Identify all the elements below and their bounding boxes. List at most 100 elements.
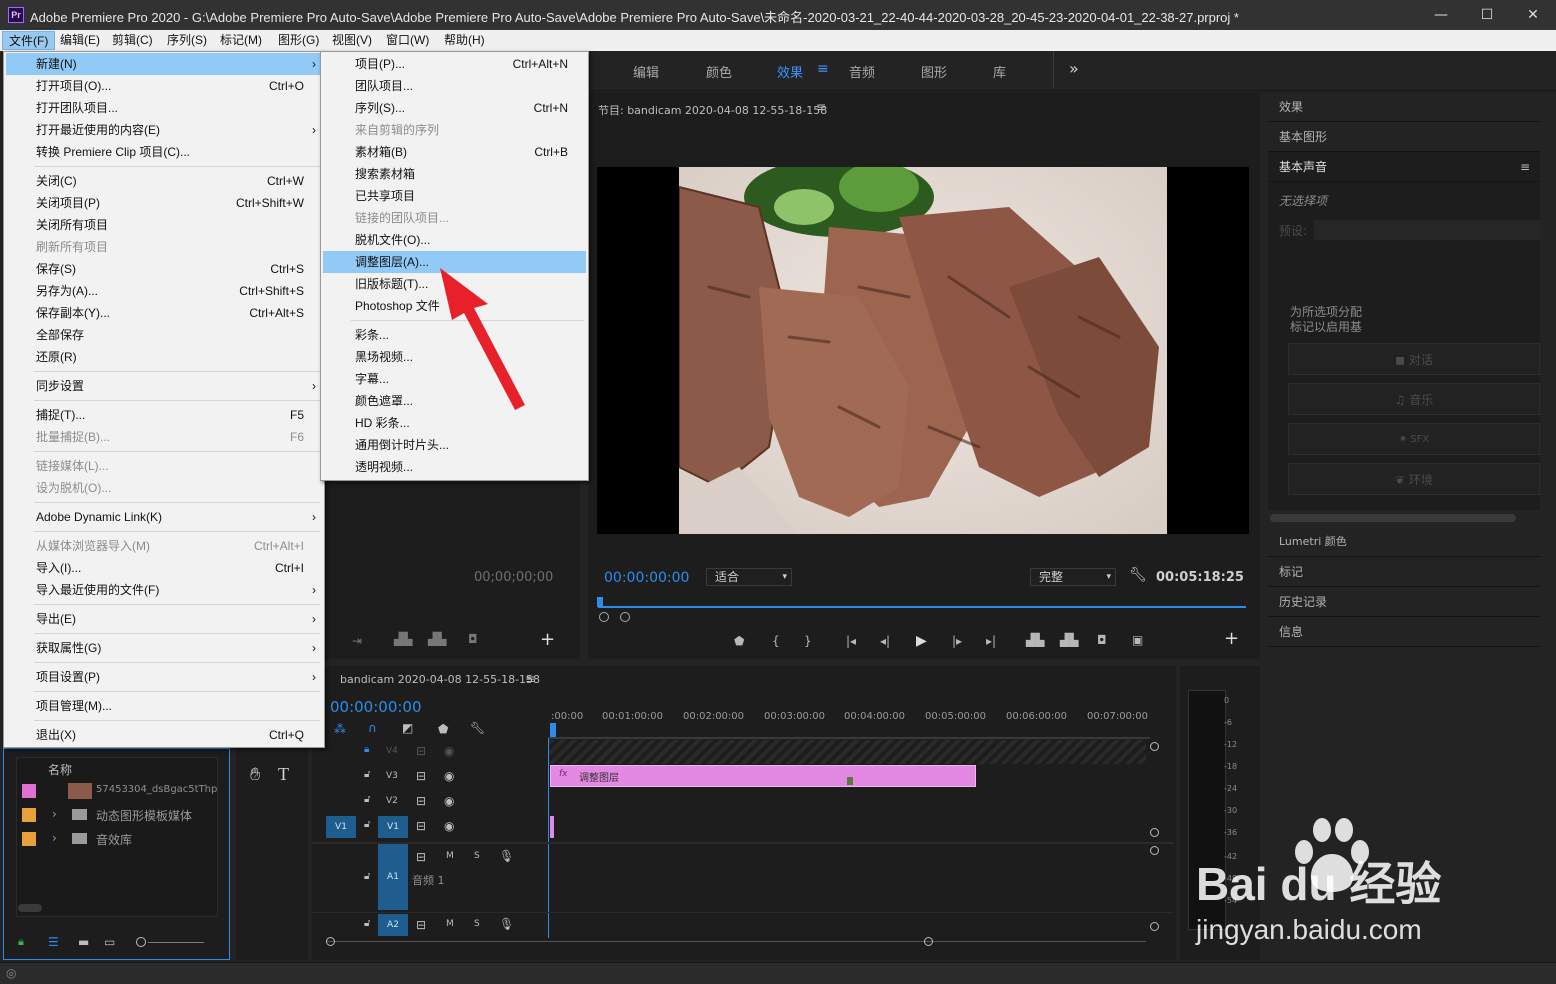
timeline-menu-icon[interactable]: ≡ — [525, 672, 535, 686]
program-scrub-bar[interactable] — [598, 606, 1246, 608]
icon-view-icon[interactable]: ▬ — [78, 935, 89, 949]
timeline-settings-icon[interactable]: 🔧︎ — [470, 721, 485, 735]
microphone-icon[interactable]: 🎙︎ — [499, 917, 514, 931]
submenu-item-transparent-video[interactable]: 透明视频... — [323, 456, 586, 478]
track-v4-label[interactable]: V4 — [386, 746, 398, 756]
snap-icon[interactable]: ∩ — [368, 721, 377, 735]
source-lift-icon[interactable]: ▟▙ — [394, 632, 412, 646]
lock-icon[interactable]: 🔓︎ — [364, 819, 370, 830]
zoom-handle-left[interactable] — [599, 612, 609, 622]
effects-panel-tab[interactable]: 效果 — [1268, 92, 1540, 122]
submenu-item-offline-file[interactable]: 脱机文件(O)... — [323, 229, 586, 251]
extract-icon[interactable]: ▟▙ — [1060, 633, 1078, 647]
linked-selection-icon[interactable]: ◩ — [402, 721, 413, 735]
add-marker-icon[interactable]: ⬟ — [734, 634, 744, 648]
lift-icon[interactable]: ▟▙ — [1026, 633, 1044, 647]
menu-item-open-recent[interactable]: 打开最近使用的内容(E) › — [6, 119, 322, 141]
menu-clip[interactable]: 剪辑(C) — [106, 31, 159, 50]
button-editor-add-icon[interactable]: + — [1224, 628, 1239, 649]
markers-panel-tab[interactable]: 标记 — [1268, 557, 1540, 587]
scroll-handle-right[interactable] — [924, 937, 933, 946]
project-scrollbar[interactable] — [18, 904, 42, 912]
track-a2-label[interactable]: A2 — [378, 914, 408, 936]
mute-button[interactable]: M — [446, 851, 454, 861]
menu-item-import[interactable]: 导入(I)... Ctrl+I — [6, 557, 322, 579]
workspace-tab-libraries[interactable]: 库 — [993, 62, 1006, 81]
menu-item-revert[interactable]: 还原(R) — [6, 346, 322, 368]
source-overwrite-icon[interactable]: ⇥ — [352, 634, 362, 648]
zoom-slider-handle[interactable] — [136, 937, 146, 947]
menu-item-refresh-all[interactable]: 刷新所有项目 — [6, 236, 322, 258]
label-color-swatch[interactable] — [22, 784, 36, 798]
menu-item-dynamic-link[interactable]: Adobe Dynamic Link(K) › — [6, 506, 322, 528]
info-panel-tab[interactable]: 信息 — [1268, 617, 1540, 647]
program-monitor-menu-icon[interactable]: ≡ — [816, 100, 826, 114]
scroll-handle-left[interactable] — [326, 937, 335, 946]
microphone-icon[interactable]: 🎙︎ — [499, 849, 514, 863]
source-extract-icon[interactable]: ▟▙ — [428, 632, 446, 646]
program-playhead[interactable] — [597, 597, 603, 607]
add-marker-icon[interactable]: ⬟ — [438, 722, 448, 736]
lock-icon[interactable]: 🔒︎ — [18, 935, 24, 949]
menu-file[interactable]: 文件(F) — [2, 31, 56, 50]
menu-item-exit[interactable]: 退出(X) Ctrl+Q — [6, 724, 322, 746]
vertical-scroll-handle[interactable] — [1150, 742, 1159, 751]
vertical-scroll-handle[interactable] — [1150, 922, 1159, 931]
comparison-view-icon[interactable]: ▣ — [1132, 633, 1143, 647]
expand-chevron-icon[interactable]: › — [52, 831, 57, 845]
menu-sequence[interactable]: 序列(S) — [161, 31, 213, 50]
close-button[interactable]: ✕ — [1510, 0, 1556, 30]
step-back-icon[interactable]: ◂| — [880, 634, 890, 648]
label-color-swatch[interactable] — [22, 832, 36, 846]
menu-item-save-all[interactable]: 全部保存 — [6, 324, 322, 346]
project-item-name[interactable]: 动态图形模板媒体 — [96, 807, 192, 824]
history-panel-tab[interactable]: 历史记录 — [1268, 587, 1540, 617]
sync-lock-icon[interactable]: ⊟ — [416, 918, 426, 932]
sfx-button[interactable]: ✷ SFX — [1288, 423, 1540, 455]
sync-lock-icon[interactable]: ⊟ — [416, 819, 426, 833]
timeline-playhead-handle[interactable] — [550, 723, 556, 737]
menu-item-capture[interactable]: 捕捉(T)... F5 — [6, 404, 322, 426]
menu-item-import-from-browser[interactable]: 从媒体浏览器导入(M) Ctrl+Alt+I — [6, 535, 322, 557]
menu-item-save-as[interactable]: 另存为(A)... Ctrl+Shift+S — [6, 280, 322, 302]
sync-lock-icon[interactable]: ⊟ — [416, 769, 426, 783]
submenu-item-sequence[interactable]: 序列(S)... Ctrl+N — [323, 97, 586, 119]
wrench-icon[interactable]: 🔧︎ — [1129, 567, 1147, 583]
eye-icon[interactable]: ◉ — [444, 769, 454, 783]
expand-chevron-icon[interactable]: › — [52, 807, 57, 821]
clip-keyframe-marker[interactable] — [847, 777, 853, 785]
submenu-item-project[interactable]: 项目(P)... Ctrl+Alt+N — [323, 53, 586, 75]
preset-dropdown[interactable] — [1314, 220, 1540, 240]
maximize-button[interactable]: ☐ — [1464, 0, 1510, 30]
menu-item-make-offline[interactable]: 设为脱机(O)... — [6, 477, 322, 499]
list-view-icon[interactable]: ☰ — [48, 935, 59, 949]
v1-clip-stub[interactable] — [550, 816, 554, 838]
freeform-view-icon[interactable]: ▭ — [104, 935, 115, 949]
menu-item-open-team-project[interactable]: 打开团队项目... — [6, 97, 322, 119]
menu-item-get-properties[interactable]: 获取属性(G) › — [6, 637, 322, 659]
nest-toggle-icon[interactable]: ⁂ — [334, 722, 346, 736]
music-button[interactable]: ♫ 音乐 — [1288, 383, 1540, 415]
hand-tool-icon[interactable]: ✋︎ — [250, 764, 260, 785]
menu-item-batch-capture[interactable]: 批量捕捉(B)... F6 — [6, 426, 322, 448]
menu-edit[interactable]: 编辑(E) — [54, 31, 106, 50]
workspace-tab-color[interactable]: 颜色 — [706, 62, 732, 81]
export-frame-icon[interactable]: ◘ — [1097, 633, 1107, 647]
right-panel-scrollbar[interactable] — [1270, 514, 1516, 522]
minimize-button[interactable]: — — [1418, 0, 1464, 30]
lock-icon[interactable]: 🔓︎ — [364, 871, 370, 882]
submenu-item-search-bin[interactable]: 搜索素材箱 — [323, 163, 586, 185]
dialogue-button[interactable]: ◼ 对话 — [1288, 343, 1540, 375]
source-patch-v1[interactable]: V1 — [326, 816, 356, 838]
track-a1-label[interactable]: A1 — [378, 844, 408, 910]
go-to-in-icon[interactable]: |◂ — [846, 634, 856, 648]
time-ruler[interactable]: :00:00 00:01:00:00 00:02:00:00 00:03:00:… — [551, 706, 1172, 738]
workspace-tab-effects[interactable]: 效果 — [777, 62, 803, 81]
menu-item-new[interactable]: 新建(N) › — [6, 53, 322, 75]
menu-item-close[interactable]: 关闭(C) Ctrl+W — [6, 170, 322, 192]
solo-button[interactable]: S — [474, 851, 480, 861]
workspace-tab-audio[interactable]: 音频 — [849, 62, 875, 81]
workspace-menu-icon[interactable]: ≡ — [817, 61, 829, 77]
sync-lock-icon[interactable]: ⊟ — [416, 744, 426, 758]
submenu-item-shared-project[interactable]: 已共享项目 — [323, 185, 586, 207]
